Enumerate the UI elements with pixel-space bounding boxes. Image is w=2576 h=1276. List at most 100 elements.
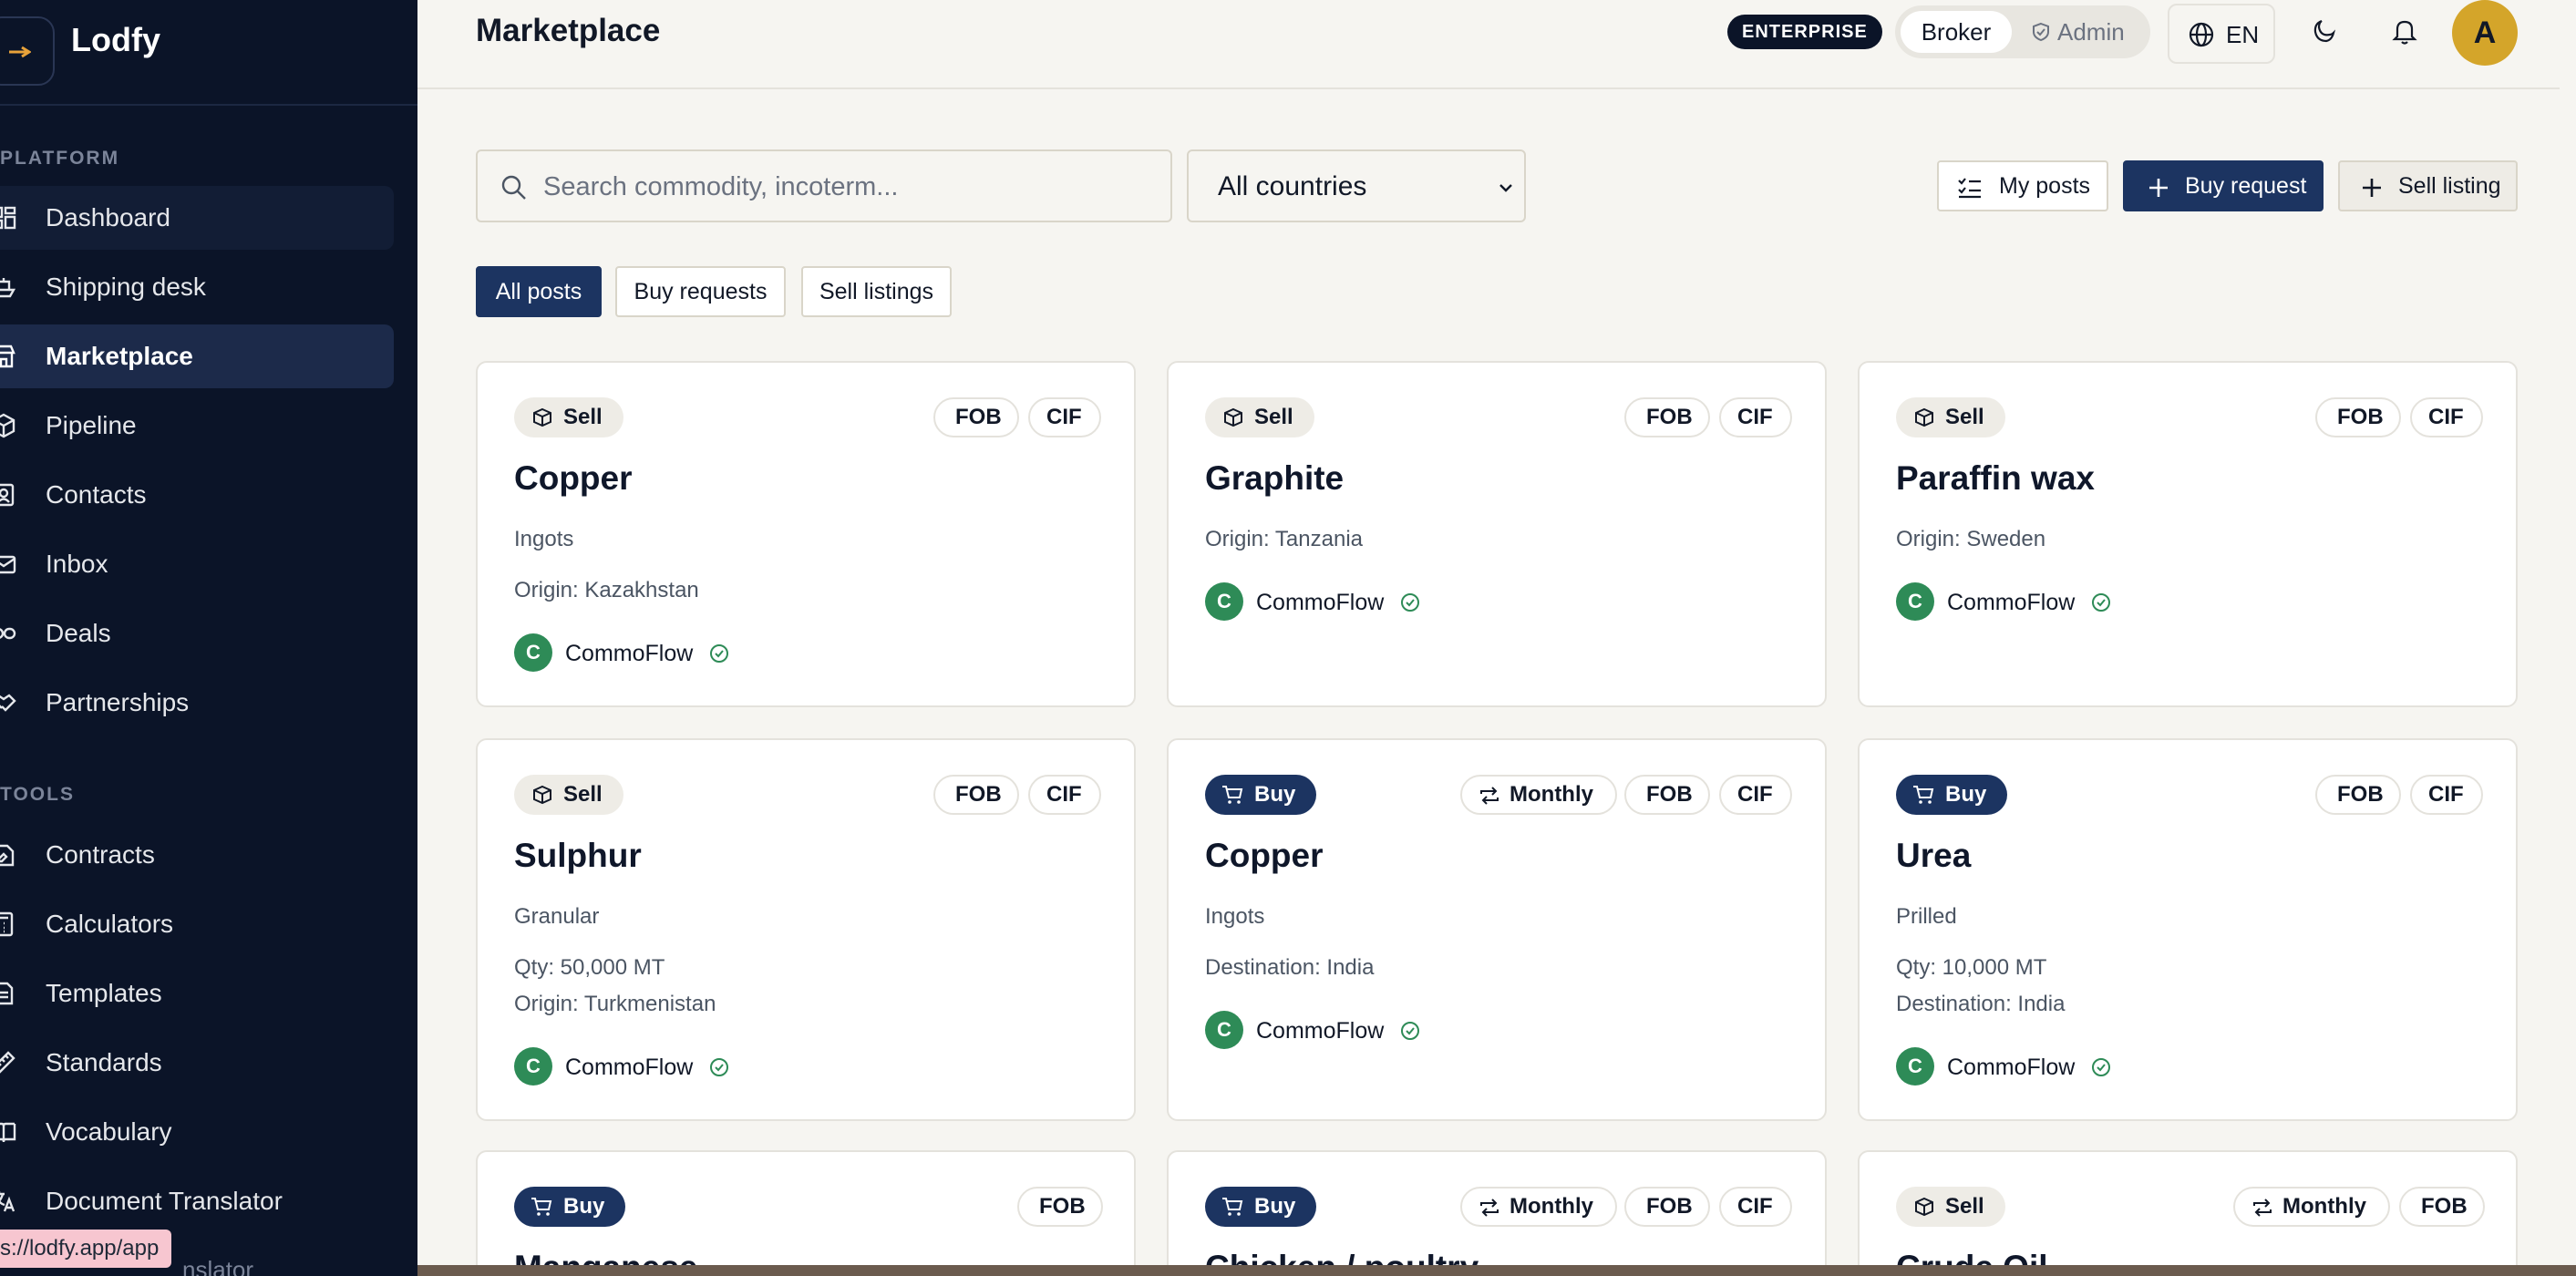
sidebar-item-marketplace[interactable]: Marketplace [0,324,394,388]
listing-detail: Origin: Sweden [1896,527,2046,551]
frequency-tag: Monthly [1460,775,1617,815]
listing-card[interactable]: Buy FOB CIF Urea Prilled Qty: 10,000 MT … [1858,738,2518,1121]
brand[interactable]: Lodfy [0,0,417,106]
sidebar-item-clipped[interactable]: nslator [182,1256,253,1276]
book-icon [0,1122,16,1143]
company-name: CommoFlow [1256,590,1385,615]
incoterm-tag: CIF [2410,775,2483,815]
sidebar-item-templates[interactable]: Templates [0,962,394,1025]
list-check-icon [1958,178,1981,199]
tab-all-posts[interactable]: All posts [476,266,602,317]
bell-icon[interactable] [2390,16,2419,46]
incoterm-label: CIF [1737,405,1773,429]
sidebar-item-shipping-desk[interactable]: Shipping desk [0,255,394,319]
country-filter-select[interactable]: All countries [1187,149,1526,222]
verified-icon [1401,1022,1419,1040]
incoterm-label: FOB [955,405,1002,429]
listing-card[interactable]: Buy Monthly FOB CIF Chicken / poultry [1167,1150,1827,1276]
role-admin-button[interactable]: Admin [2023,11,2143,53]
page-scrollbar[interactable] [2560,0,2576,1276]
incoterm-label: FOB [955,782,1002,807]
sidebar-item-inbox[interactable]: Inbox [0,532,394,596]
sidebar-item-label: Calculators [46,910,174,938]
incoterm-label: FOB [1646,1194,1693,1219]
page-title: Marketplace [476,13,661,48]
moon-icon[interactable] [2310,16,2339,46]
company-avatar: C [514,1047,552,1086]
listing-card[interactable]: Sell FOB CIF Graphite Origin: Tanzania C… [1167,361,1827,707]
listing-card[interactable]: Buy FOB Manganese [476,1150,1136,1276]
incoterm-tag: CIF [1719,1187,1792,1227]
listing-detail: Origin: Turkmenistan [514,992,716,1016]
search-input[interactable]: Search commodity, incoterm... [476,149,1172,222]
listing-detail: Prilled [1896,904,1957,929]
listing-type-badge: Sell [1896,1187,2005,1227]
sidebar-item-label: Contacts [46,480,147,509]
sidebar-item-document-translator[interactable]: Document Translator [0,1169,394,1233]
incoterm-label: CIF [1046,405,1082,429]
listing-card[interactable]: Buy Monthly FOB CIF Copper Ingots Destin… [1167,738,1827,1121]
frequency-label: Monthly [1510,782,1593,807]
buy-request-label: Buy request [2185,173,2307,199]
calculator-icon [0,911,14,937]
listing-title: Paraffin wax [1896,459,2095,497]
sidebar-item-calculators[interactable]: Calculators [0,892,394,956]
sidebar-item-label: Pipeline [46,411,137,439]
sidebar-item-pipeline[interactable]: Pipeline [0,394,394,458]
my-posts-button[interactable]: My posts [1937,160,2108,211]
listing-title: Copper [1205,837,1324,874]
incoterm-label: CIF [2428,782,2464,807]
incoterm-tag: FOB [2315,775,2401,815]
sell-listing-button[interactable]: Sell listing [2338,160,2518,211]
company-name: CommoFlow [1256,1018,1385,1044]
sidebar-item-label: Vocabulary [46,1117,172,1146]
bottom-edge [417,1265,2576,1276]
ship-icon [0,278,16,298]
incoterm-tag: FOB [1624,397,1710,437]
listing-type-label: Buy [1254,1194,1296,1219]
incoterm-tag: FOB [1017,1187,1103,1227]
role-broker-button[interactable]: Broker [1901,11,2012,53]
plan-badge: ENTERPRISE [1727,15,1882,49]
user-avatar[interactable]: A [2452,0,2518,66]
listing-type-badge: Sell [514,775,623,815]
tab-buy-requests[interactable]: Buy requests [615,266,786,317]
brand-name: Lodfy [71,21,160,58]
sidebar-item-contacts[interactable]: Contacts [0,463,394,527]
sidebar-item-contracts[interactable]: Contracts [0,823,394,887]
sidebar-item-label: Deals [46,619,111,647]
listing-card[interactable]: Sell FOB CIF Copper Ingots Origin: Kazak… [476,361,1136,707]
plus-icon [2363,179,2381,197]
buy-request-button[interactable]: Buy request [2123,160,2324,211]
company-name: CommoFlow [565,641,694,666]
incoterm-tag: FOB [933,775,1019,815]
store-icon [0,345,15,368]
sidebar-item-label: Templates [46,979,162,1007]
language-selector[interactable]: EN [2168,4,2275,64]
sidebar-item-vocabulary[interactable]: Vocabulary [0,1100,394,1164]
listing-card[interactable]: Sell Monthly FOB Crude Oil [1858,1150,2518,1276]
verified-icon [2092,593,2110,612]
sidebar-item-label: Partnerships [46,688,190,716]
repeat-icon [1480,787,1499,805]
sidebar-item-partnerships[interactable]: Partnerships [0,671,394,735]
incoterm-tag: CIF [2410,397,2483,437]
sidebar-item-label: Dashboard [46,203,170,232]
sidebar-item-deals[interactable]: Deals [0,602,394,665]
listing-type-badge: Sell [1896,397,2005,437]
tab-sell-listings[interactable]: Sell listings [801,266,952,317]
my-posts-label: My posts [1999,173,2091,199]
listing-title: Sulphur [514,837,642,874]
company-name: CommoFlow [565,1055,694,1080]
listing-detail: Ingots [514,527,574,551]
sidebar-item-dashboard[interactable]: Dashboard [0,186,394,250]
verified-icon [710,1058,728,1076]
verified-icon [2092,1058,2110,1076]
listing-card[interactable]: Sell FOB CIF Sulphur Granular Qty: 50,00… [476,738,1136,1121]
search-icon [501,175,526,200]
sidebar-item-standards[interactable]: Standards [0,1031,394,1095]
box-icon [533,407,551,427]
listing-card[interactable]: Sell FOB CIF Paraffin wax Origin: Sweden… [1858,361,2518,707]
template-icon [0,982,14,1005]
globe-icon [2189,22,2214,47]
